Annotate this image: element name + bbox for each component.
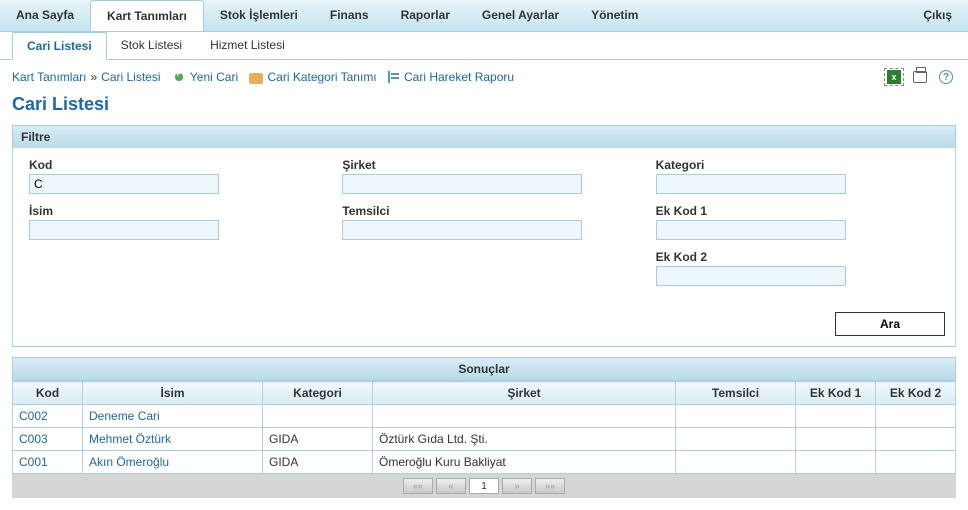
- ek1-input[interactable]: [656, 220, 846, 240]
- page-next-button[interactable]: »: [502, 478, 532, 494]
- export-excel-button[interactable]: x: [884, 68, 904, 86]
- results-panel: Sonuçlar Kod İsim Kategori Şirket Temsil…: [12, 357, 956, 474]
- row-sirket: [373, 405, 676, 428]
- row-ek2: [876, 428, 956, 451]
- temsilci-label: Temsilci: [342, 204, 625, 218]
- col-temsilci: Temsilci: [676, 382, 796, 405]
- row-kod-link[interactable]: C003: [19, 432, 48, 446]
- row-ek1: [796, 428, 876, 451]
- kod-input[interactable]: [29, 174, 219, 194]
- col-isim: İsim: [83, 382, 263, 405]
- row-sirket: Ömeroğlu Kuru Bakliyat: [373, 451, 676, 474]
- add-icon: [172, 70, 186, 84]
- sirket-input[interactable]: [342, 174, 582, 194]
- isim-label: İsim: [29, 204, 312, 218]
- ek2-input[interactable]: [656, 266, 846, 286]
- results-table: Kod İsim Kategori Şirket Temsilci Ek Kod…: [12, 381, 956, 474]
- folder-icon: [249, 73, 263, 84]
- subnav-hizmet-listesi[interactable]: Hizmet Listesi: [196, 32, 299, 59]
- topnav-raporlar[interactable]: Raporlar: [385, 0, 466, 31]
- print-button[interactable]: [910, 68, 930, 86]
- row-temsilci: [676, 428, 796, 451]
- row-ek1: [796, 405, 876, 428]
- ek1-label: Ek Kod 1: [656, 204, 939, 218]
- row-temsilci: [676, 405, 796, 428]
- topnav-kart-tanimlari[interactable]: Kart Tanımları: [90, 0, 204, 31]
- row-kategori: GIDA: [263, 451, 373, 474]
- page-prev-button[interactable]: «: [436, 478, 466, 494]
- sub-nav: Cari Listesi Stok Listesi Hizmet Listesi: [0, 32, 968, 60]
- filter-panel: Filtre Kod İsim Şirket Temsilci: [12, 125, 956, 347]
- col-kod: Kod: [13, 382, 83, 405]
- kategori-label: Kategori: [656, 158, 939, 172]
- row-isim-link[interactable]: Deneme Cari: [89, 409, 160, 423]
- col-ek1: Ek Kod 1: [796, 382, 876, 405]
- topnav-cikis[interactable]: Çıkış: [907, 0, 968, 31]
- row-ek2: [876, 451, 956, 474]
- breadcrumb-cari-listesi[interactable]: Cari Listesi: [101, 70, 160, 84]
- table-row: C002 Deneme Cari: [13, 405, 956, 428]
- ek2-label: Ek Kod 2: [656, 250, 939, 264]
- results-title: Sonuçlar: [12, 357, 956, 381]
- top-nav: Ana Sayfa Kart Tanımları Stok İşlemleri …: [0, 0, 968, 32]
- breadcrumb-kart-tanimlari[interactable]: Kart Tanımları: [12, 70, 86, 84]
- row-kategori: [263, 405, 373, 428]
- sirket-label: Şirket: [342, 158, 625, 172]
- row-ek1: [796, 451, 876, 474]
- row-ek2: [876, 405, 956, 428]
- help-button[interactable]: ?: [936, 68, 956, 86]
- topnav-ana-sayfa[interactable]: Ana Sayfa: [0, 0, 90, 31]
- kod-label: Kod: [29, 158, 312, 172]
- page-number: 1: [469, 478, 499, 494]
- row-isim-link[interactable]: Akın Ömeroğlu: [89, 455, 169, 469]
- row-temsilci: [676, 451, 796, 474]
- col-kategori: Kategori: [263, 382, 373, 405]
- action-kategori-tanimi[interactable]: Cari Kategori Tanımı: [267, 70, 376, 84]
- filter-header: Filtre: [13, 126, 955, 148]
- subnav-cari-listesi[interactable]: Cari Listesi: [12, 32, 107, 60]
- breadcrumb-sep: »: [90, 70, 97, 84]
- topnav-genel-ayarlar[interactable]: Genel Ayarlar: [466, 0, 575, 31]
- action-hareket-raporu[interactable]: Cari Hareket Raporu: [404, 70, 514, 84]
- table-row: C003 Mehmet Öztürk GIDA Öztürk Gıda Ltd.…: [13, 428, 956, 451]
- report-icon: [388, 71, 400, 83]
- subnav-stok-listesi[interactable]: Stok Listesi: [107, 32, 196, 59]
- page-last-button[interactable]: »»: [535, 478, 565, 494]
- row-kod-link[interactable]: C002: [19, 409, 48, 423]
- row-sirket: Öztürk Gıda Ltd. Şti.: [373, 428, 676, 451]
- action-yeni-cari[interactable]: Yeni Cari: [190, 70, 238, 84]
- topnav-finans[interactable]: Finans: [314, 0, 385, 31]
- search-button[interactable]: Ara: [835, 312, 945, 336]
- kategori-input[interactable]: [656, 174, 846, 194]
- temsilci-input[interactable]: [342, 220, 582, 240]
- row-kategori: GIDA: [263, 428, 373, 451]
- paginator: «« « 1 » »»: [12, 474, 956, 498]
- isim-input[interactable]: [29, 220, 219, 240]
- col-sirket: Şirket: [373, 382, 676, 405]
- page-first-button[interactable]: ««: [403, 478, 433, 494]
- topnav-stok-islemleri[interactable]: Stok İşlemleri: [204, 0, 314, 31]
- excel-icon: x: [887, 70, 901, 84]
- table-row: C001 Akın Ömeroğlu GIDA Ömeroğlu Kuru Ba…: [13, 451, 956, 474]
- help-icon: ?: [939, 70, 953, 84]
- col-ek2: Ek Kod 2: [876, 382, 956, 405]
- row-isim-link[interactable]: Mehmet Öztürk: [89, 432, 171, 446]
- print-icon: [913, 71, 927, 83]
- action-bar: Kart Tanımları » Cari Listesi Yeni Cari …: [0, 60, 968, 94]
- row-kod-link[interactable]: C001: [19, 455, 48, 469]
- page-title: Cari Listesi: [0, 94, 968, 125]
- topnav-yonetim[interactable]: Yönetim: [575, 0, 654, 31]
